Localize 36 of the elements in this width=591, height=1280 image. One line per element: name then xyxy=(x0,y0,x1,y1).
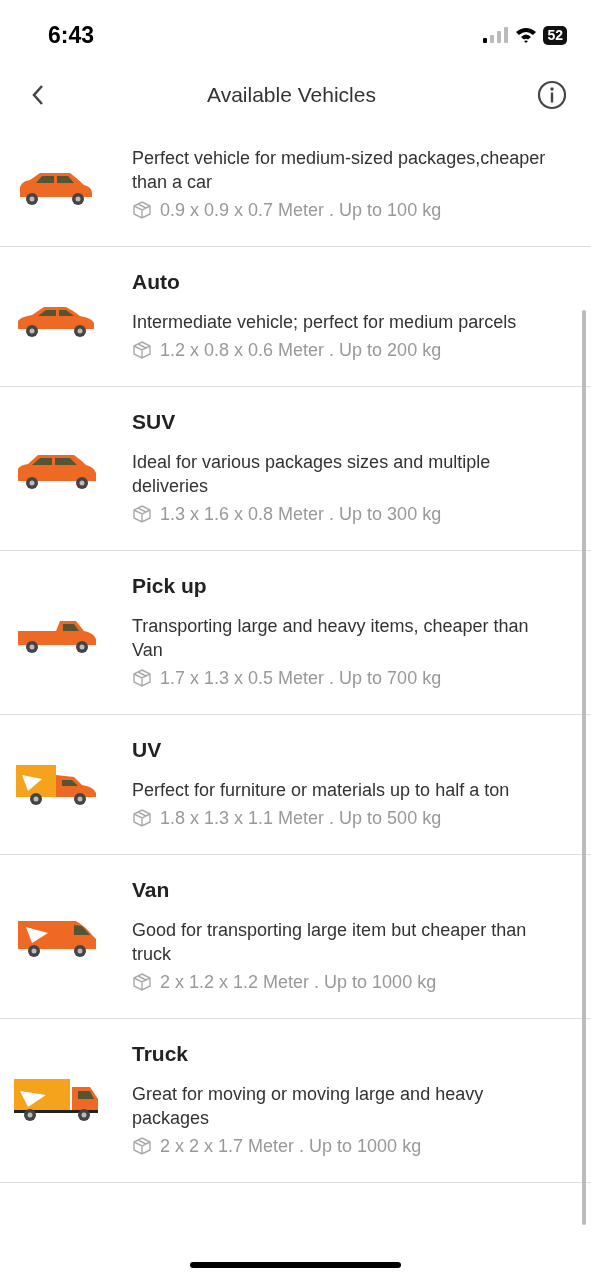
vehicle-name: SUV xyxy=(132,409,177,435)
vehicle-name: Auto xyxy=(132,269,181,295)
vehicle-capacity: 2 x 2 x 1.7 Meter . Up to 1000 kg xyxy=(160,1135,422,1158)
vehicle-name: Truck xyxy=(132,1041,190,1067)
vehicle-name: UV xyxy=(132,737,163,763)
wifi-icon xyxy=(515,27,538,43)
vehicle-capacity: 1.8 x 1.3 x 1.1 Meter . Up to 500 kg xyxy=(160,807,442,830)
vehicle-capacity: 1.7 x 1.3 x 0.5 Meter . Up to 700 kg xyxy=(160,667,442,690)
box-icon xyxy=(132,808,152,828)
box-icon xyxy=(132,340,152,360)
box-icon xyxy=(132,1136,152,1156)
vehicle-description: Transporting large and heavy items, cheaper than Van xyxy=(132,615,530,662)
vehicle-description: Ideal for various packages sizes and multiple deliveries xyxy=(132,451,492,498)
vehicle-description: Good for transporting large item but cheaper than truck xyxy=(132,919,528,966)
vehicle-description: Perfect for furniture or materials up to half a ton xyxy=(132,779,510,802)
box-icon xyxy=(132,972,152,992)
vehicle-description: Intermediate vehicle; perfect for medium parcels xyxy=(132,311,517,334)
vehicle-capacity: 1.2 x 0.8 x 0.6 Meter . Up to 200 kg xyxy=(160,339,442,362)
vehicle-name: Pick up xyxy=(132,573,208,599)
vehicle-name: Van xyxy=(132,877,171,903)
vehicle-capacity: 0.9 x 0.9 x 0.7 Meter . Up to 100 kg xyxy=(160,199,442,222)
box-icon xyxy=(132,504,152,524)
page-title: Available Vehicles xyxy=(207,83,376,107)
status-time: 6:43 xyxy=(48,21,95,49)
vehicle-option[interactable]: Perfect vehicle for medium-sized packages,cheaper than a car 0.9 x 0.9 x 0.7 Meter . Up to 100 kg xyxy=(0,120,591,247)
vehicle-description: Perfect vehicle for medium-sized packages,cheaper than a car xyxy=(132,147,547,194)
signal-icon xyxy=(483,27,510,43)
truck-icon xyxy=(12,1076,100,1123)
back-button[interactable] xyxy=(30,83,46,107)
battery-level: 52 xyxy=(543,25,567,45)
vehicle-capacity: 2 x 1.2 x 1.2 Meter . Up to 1000 kg xyxy=(160,971,437,994)
box-icon xyxy=(132,200,152,220)
vehicle-capacity: 1.3 x 1.6 x 0.8 Meter . Up to 300 kg xyxy=(160,503,442,526)
box-icon xyxy=(132,668,152,688)
vehicle-description: Great for moving or moving large and heavy packages xyxy=(132,1083,485,1130)
info-button[interactable] xyxy=(537,80,567,110)
